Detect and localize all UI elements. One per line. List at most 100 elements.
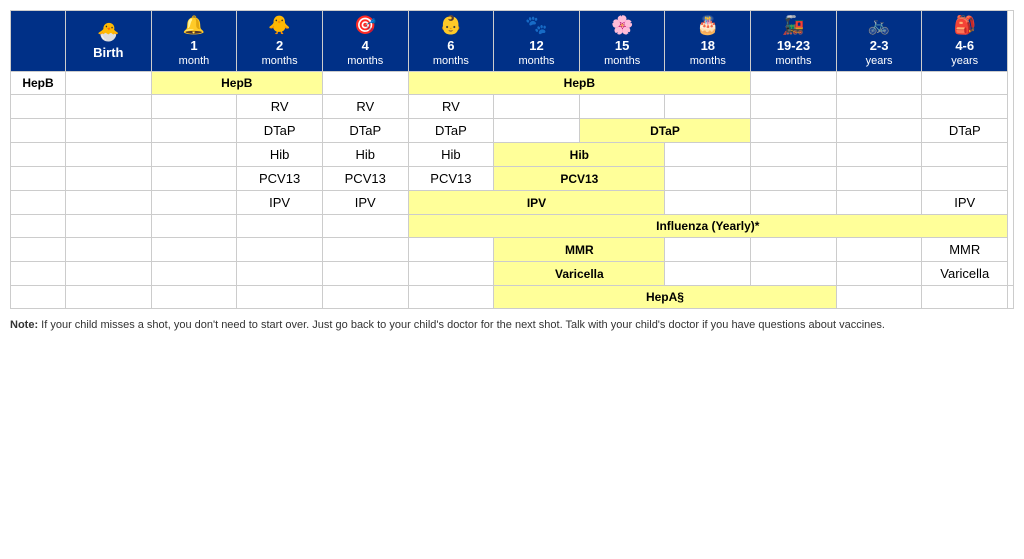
vaccine-cell <box>151 238 237 262</box>
header-icon-4-6y: 🎒 <box>924 15 1005 36</box>
vaccine-cell: IPV <box>237 191 323 215</box>
row-label <box>11 143 66 167</box>
note-text: If your child misses a shot, you don't n… <box>41 319 885 331</box>
vaccine-cell <box>66 119 152 143</box>
table-row: HibHibHibHib <box>11 143 1014 167</box>
vaccine-cell: DTaP <box>322 119 408 143</box>
age-unit-4-6y: years <box>951 55 978 67</box>
vaccine-cell <box>836 95 922 119</box>
vaccine-cell <box>922 167 1008 191</box>
vaccine-cell <box>579 95 665 119</box>
vaccine-cell: HepB <box>408 72 751 95</box>
vaccine-cell: IPV <box>922 191 1008 215</box>
row-label <box>11 286 66 309</box>
table-row: HepBHepBHepB <box>11 72 1014 95</box>
vaccine-cell: MMR <box>922 238 1008 262</box>
vaccine-cell <box>151 143 237 167</box>
vaccine-cell: Hib <box>494 143 665 167</box>
vaccine-cell <box>836 191 922 215</box>
vaccine-cell <box>151 286 237 309</box>
vaccine-cell <box>237 238 323 262</box>
vaccine-cell: PCV13 <box>322 167 408 191</box>
vaccine-cell <box>836 119 922 143</box>
vaccine-cell: MMR <box>494 238 665 262</box>
age-unit-15mo: months <box>604 55 640 67</box>
vaccine-cell: Hib <box>322 143 408 167</box>
vaccine-cell <box>665 238 751 262</box>
row-label: HepB <box>11 72 66 95</box>
vaccine-cell: PCV13 <box>408 167 494 191</box>
header-label-empty <box>11 11 66 72</box>
vaccine-cell: DTaP <box>922 119 1008 143</box>
vaccine-cell <box>151 191 237 215</box>
vaccine-cell <box>922 286 1008 309</box>
vaccine-cell <box>322 72 408 95</box>
vaccine-cell <box>751 262 837 286</box>
header-cell-2-3y: 🚲 2-3 years <box>836 11 922 72</box>
vaccine-cell <box>66 167 152 191</box>
age-unit-12mo: months <box>518 55 554 67</box>
vaccine-cell <box>151 119 237 143</box>
vaccine-cell <box>665 95 751 119</box>
vaccine-cell <box>66 215 152 238</box>
header-icon-6mo: 👶 <box>411 15 492 36</box>
vaccine-cell <box>1008 286 1014 309</box>
header-cell-4mo: 🎯 4 months <box>322 11 408 72</box>
table-row: HepA§ <box>11 286 1014 309</box>
vaccine-cell <box>66 72 152 95</box>
vaccine-cell <box>237 215 323 238</box>
age-label-15mo: 15 <box>615 38 629 53</box>
vaccine-cell <box>836 238 922 262</box>
vaccine-cell: RV <box>408 95 494 119</box>
note-section: Note: If your child misses a shot, you d… <box>10 317 1014 334</box>
table-row: DTaPDTaPDTaPDTaPDTaP <box>11 119 1014 143</box>
header-cell-1mo: 🔔 1 month <box>151 11 237 72</box>
vaccine-cell <box>151 95 237 119</box>
vaccine-cell <box>66 191 152 215</box>
vaccine-cell <box>322 215 408 238</box>
age-unit-6mo: months <box>433 55 469 67</box>
vaccine-cell: Varicella <box>494 262 665 286</box>
vaccine-cell: RV <box>237 95 323 119</box>
header-icon-2-3y: 🚲 <box>839 15 920 36</box>
header-icon-birth: 🐣 <box>68 22 149 43</box>
age-unit-2mo: months <box>262 55 298 67</box>
header-cell-18mo: 🎂 18 months <box>665 11 751 72</box>
vaccine-cell: DTaP <box>408 119 494 143</box>
header-icon-2mo: 🐥 <box>239 15 320 36</box>
header-icon-12mo: 🐾 <box>496 15 577 36</box>
age-unit-19-23mo: months <box>775 55 811 67</box>
header-icon-19-23mo: 🚂 <box>753 15 834 36</box>
vaccine-cell <box>922 143 1008 167</box>
row-label <box>11 215 66 238</box>
vaccine-cell <box>237 286 323 309</box>
table-row: IPVIPVIPVIPV <box>11 191 1014 215</box>
vaccine-cell <box>408 262 494 286</box>
table-row: RVRVRV <box>11 95 1014 119</box>
age-unit-18mo: months <box>690 55 726 67</box>
vaccine-cell <box>751 72 837 95</box>
note-label: Note: <box>10 319 41 331</box>
age-unit-1mo: month <box>179 55 210 67</box>
vaccine-cell <box>922 72 1008 95</box>
vaccine-cell <box>237 262 323 286</box>
age-unit-4mo: months <box>347 55 383 67</box>
age-label-18mo: 18 <box>701 38 715 53</box>
header-icon-15mo: 🌸 <box>582 15 663 36</box>
age-label-2-3y: 2-3 <box>870 38 889 53</box>
vaccine-cell <box>494 119 580 143</box>
vaccine-cell: RV <box>322 95 408 119</box>
vaccine-cell <box>751 167 837 191</box>
vaccine-cell <box>66 95 152 119</box>
vaccine-cell <box>751 143 837 167</box>
header-cell-4-6y: 🎒 4-6 years <box>922 11 1008 72</box>
vaccine-cell: HepA§ <box>494 286 837 309</box>
age-label-4-6y: 4-6 <box>955 38 974 53</box>
vaccine-cell <box>665 167 751 191</box>
vaccine-cell <box>836 72 922 95</box>
header-icon-4mo: 🎯 <box>325 15 406 36</box>
vaccine-cell: IPV <box>322 191 408 215</box>
header-cell-6mo: 👶 6 months <box>408 11 494 72</box>
row-label <box>11 191 66 215</box>
vaccine-cell: PCV13 <box>237 167 323 191</box>
